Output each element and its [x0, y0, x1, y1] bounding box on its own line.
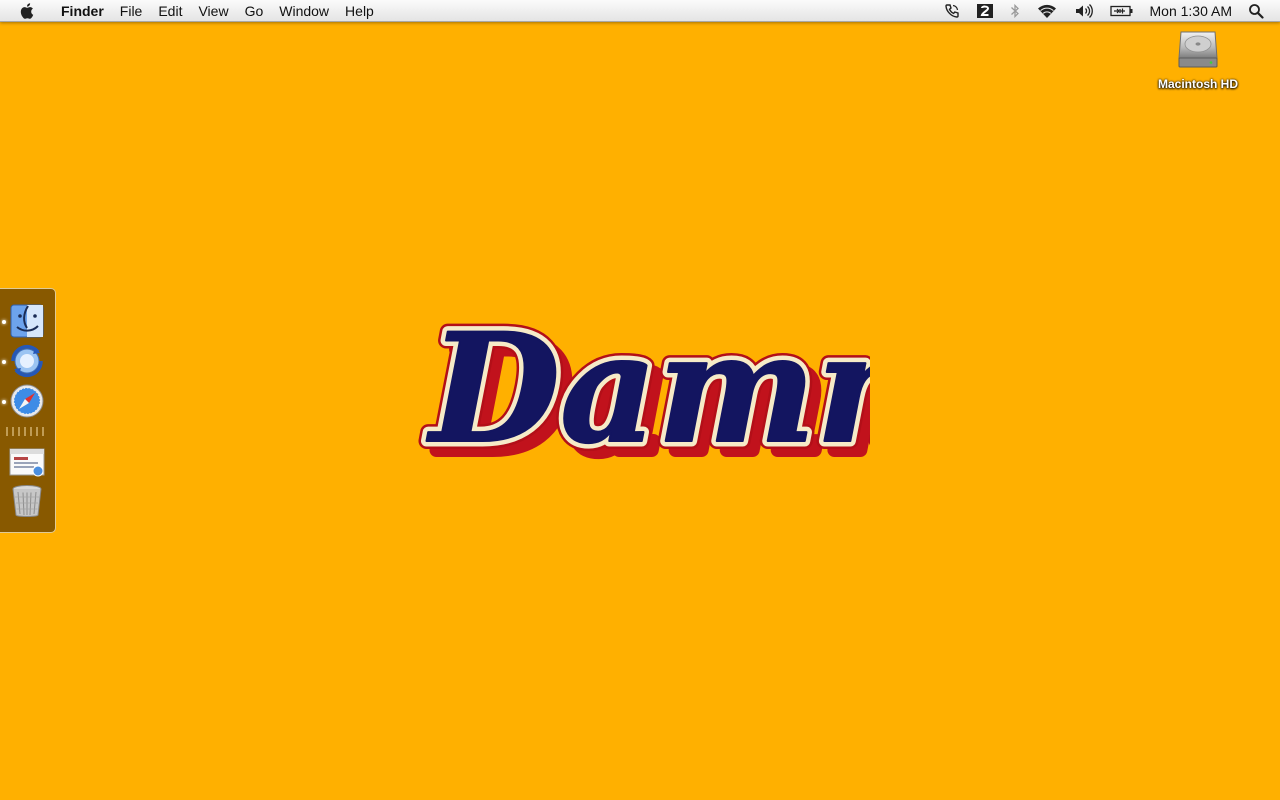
- safari-icon[interactable]: [8, 382, 46, 420]
- dock-separator: [6, 427, 48, 436]
- menu-go[interactable]: Go: [237, 0, 272, 22]
- wallpaper-logo: Damn Damn Damn Damn: [418, 293, 870, 493]
- sync-icon[interactable]: [8, 342, 46, 380]
- menu-edit[interactable]: Edit: [150, 0, 190, 22]
- running-indicator: [2, 320, 6, 324]
- trash-icon[interactable]: [8, 482, 46, 520]
- app-menu-finder[interactable]: Finder: [53, 0, 112, 22]
- finder-icon[interactable]: [8, 302, 46, 340]
- spotlight-icon[interactable]: [1248, 0, 1264, 22]
- documents-stack-icon[interactable]: [8, 443, 46, 481]
- menu-file[interactable]: File: [112, 0, 151, 22]
- menu-window[interactable]: Window: [271, 0, 337, 22]
- dock: [0, 288, 56, 533]
- battery-icon[interactable]: [1109, 0, 1134, 22]
- desktop-icon-label: Macintosh HD: [1157, 77, 1238, 91]
- running-indicator: [2, 360, 6, 364]
- desktop: Finder File Edit View Go Window Help Mon…: [0, 0, 1280, 800]
- menu-help[interactable]: Help: [337, 0, 382, 22]
- running-indicator: [2, 400, 6, 404]
- hard-drive-icon[interactable]: [1177, 26, 1219, 75]
- menu-bar-clock[interactable]: Mon 1:30 AM: [1150, 3, 1233, 19]
- wifi-icon[interactable]: [1036, 0, 1058, 22]
- apple-menu-icon[interactable]: [19, 2, 37, 20]
- desktop-icon-macintosh-hd[interactable]: Macintosh HD: [1148, 26, 1248, 91]
- wallpaper-logo-text: Damn: [426, 301, 870, 477]
- phone-icon[interactable]: [944, 0, 960, 22]
- menu-view[interactable]: View: [190, 0, 236, 22]
- bluetooth-icon[interactable]: [1010, 0, 1020, 22]
- two-badge-icon[interactable]: [976, 0, 994, 22]
- menu-bar: Finder File Edit View Go Window Help Mon…: [0, 0, 1280, 22]
- volume-icon[interactable]: [1074, 0, 1094, 22]
